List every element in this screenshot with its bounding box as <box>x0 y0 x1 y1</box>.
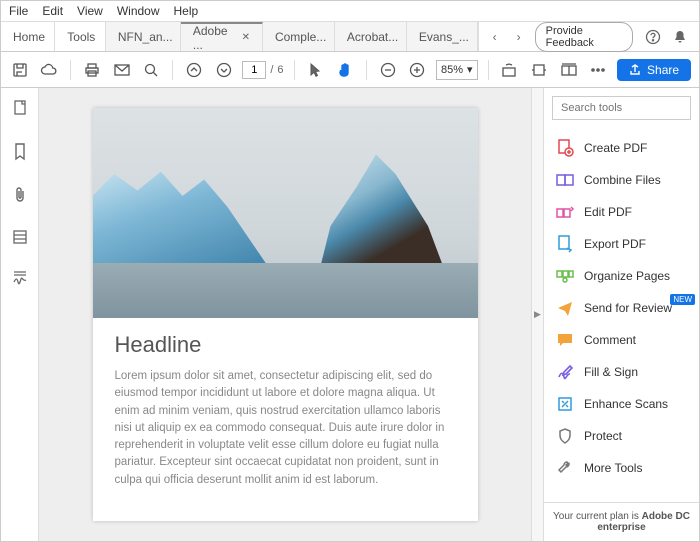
menu-help[interactable]: Help <box>174 4 199 18</box>
more-icon[interactable] <box>587 59 609 81</box>
bookmark-icon[interactable] <box>13 143 27 164</box>
share-button[interactable]: Share <box>617 59 691 81</box>
search-tools-input[interactable] <box>552 96 691 120</box>
tool-enhance-scans[interactable]: Enhance Scans <box>544 388 699 420</box>
document-body-text: Lorem ipsum dolor sit amet, consectetur … <box>115 368 456 489</box>
print-icon[interactable] <box>81 59 103 81</box>
chevron-right-icon[interactable]: › <box>511 29 527 45</box>
layers-icon[interactable] <box>12 229 28 248</box>
tools-list: Create PDF Combine Files Edit PDF Export… <box>544 128 699 502</box>
mail-icon[interactable] <box>111 59 133 81</box>
header-right: Provide Feedback <box>535 22 699 52</box>
search-icon[interactable] <box>140 59 162 81</box>
menu-view[interactable]: View <box>77 4 103 18</box>
content-area: Headline Lorem ipsum dolor sit amet, con… <box>1 88 699 541</box>
toolbar: / 6 85%▾ Share <box>1 52 699 88</box>
attachment-icon[interactable] <box>13 186 27 207</box>
send-review-icon <box>556 299 574 317</box>
help-icon[interactable] <box>645 29 661 45</box>
hand-tool-icon[interactable] <box>334 59 356 81</box>
tool-more-tools[interactable]: More Tools <box>544 452 699 484</box>
tool-fill-sign[interactable]: Fill & Sign <box>544 356 699 388</box>
new-badge: NEW <box>670 294 695 305</box>
bell-icon[interactable] <box>673 29 687 45</box>
plan-footer: Your current plan is Adobe DCenterprise <box>544 502 699 541</box>
save-icon[interactable] <box>9 59 31 81</box>
document-image <box>93 108 478 318</box>
select-tool-icon[interactable] <box>305 59 327 81</box>
page-total: 6 <box>277 64 283 76</box>
share-icon <box>629 64 641 76</box>
tool-export-pdf[interactable]: Export PDF <box>544 228 699 260</box>
document-viewport[interactable]: Headline Lorem ipsum dolor sit amet, con… <box>39 88 531 541</box>
edit-pdf-icon <box>556 203 574 221</box>
page-indicator: / 6 <box>242 61 283 79</box>
menu-edit[interactable]: Edit <box>42 4 63 18</box>
tool-comment[interactable]: Comment <box>544 324 699 356</box>
export-pdf-icon <box>556 235 574 253</box>
close-icon[interactable]: ✕ <box>242 32 250 43</box>
read-mode-icon[interactable] <box>558 59 580 81</box>
signatures-icon[interactable] <box>12 270 28 289</box>
tab-doc-3[interactable]: Acrobat... <box>335 22 407 51</box>
cloud-icon[interactable] <box>39 59 61 81</box>
fill-sign-icon <box>556 363 574 381</box>
combine-files-icon <box>556 171 574 189</box>
tab-nav: ‹ › <box>478 22 535 51</box>
zoom-out-icon[interactable] <box>377 59 399 81</box>
tool-create-pdf[interactable]: Create PDF <box>544 132 699 164</box>
tool-send-for-review[interactable]: Send for ReviewNEW <box>544 292 699 324</box>
fit-width-icon[interactable] <box>499 59 521 81</box>
tool-combine-files[interactable]: Combine Files <box>544 164 699 196</box>
provide-feedback-button[interactable]: Provide Feedback <box>535 22 633 52</box>
menu-file[interactable]: File <box>9 4 28 18</box>
tab-tools[interactable]: Tools <box>55 22 106 51</box>
tool-edit-pdf[interactable]: Edit PDF <box>544 196 699 228</box>
right-collapse-strip[interactable]: ▶ <box>531 88 543 541</box>
tool-protect[interactable]: Protect <box>544 420 699 452</box>
page-down-icon[interactable] <box>213 59 235 81</box>
document-headline: Headline <box>115 332 456 358</box>
page-thumbnails-icon[interactable] <box>12 100 28 121</box>
tab-doc-1[interactable]: Adobe ...✕ <box>181 22 263 51</box>
zoom-in-icon[interactable] <box>406 59 428 81</box>
chevron-down-icon: ▾ <box>467 63 473 76</box>
zoom-select[interactable]: 85%▾ <box>436 60 478 80</box>
tool-organize-pages[interactable]: Organize Pages <box>544 260 699 292</box>
comment-icon <box>556 331 574 349</box>
tools-panel: Create PDF Combine Files Edit PDF Export… <box>543 88 699 541</box>
page-up-icon[interactable] <box>183 59 205 81</box>
chevron-left-icon[interactable]: ‹ <box>487 29 503 45</box>
more-tools-icon <box>556 459 574 477</box>
chevron-right-icon: ▶ <box>534 309 541 320</box>
menu-bar: File Edit View Window Help <box>1 1 699 22</box>
create-pdf-icon <box>556 139 574 157</box>
document-page: Headline Lorem ipsum dolor sit amet, con… <box>93 108 478 521</box>
tab-home[interactable]: Home <box>1 22 55 51</box>
tab-doc-0[interactable]: NFN_an... <box>106 22 181 51</box>
tab-doc-4[interactable]: Evans_... <box>407 22 478 51</box>
organize-pages-icon <box>556 267 574 285</box>
enhance-scans-icon <box>556 395 574 413</box>
menu-window[interactable]: Window <box>117 4 160 18</box>
tab-doc-2[interactable]: Comple... <box>263 22 335 51</box>
protect-icon <box>556 427 574 445</box>
left-rail <box>1 88 39 541</box>
tabs-bar: Home Tools NFN_an... Adobe ...✕ Comple..… <box>1 22 699 52</box>
fit-page-icon[interactable] <box>528 59 550 81</box>
page-current-input[interactable] <box>242 61 266 79</box>
